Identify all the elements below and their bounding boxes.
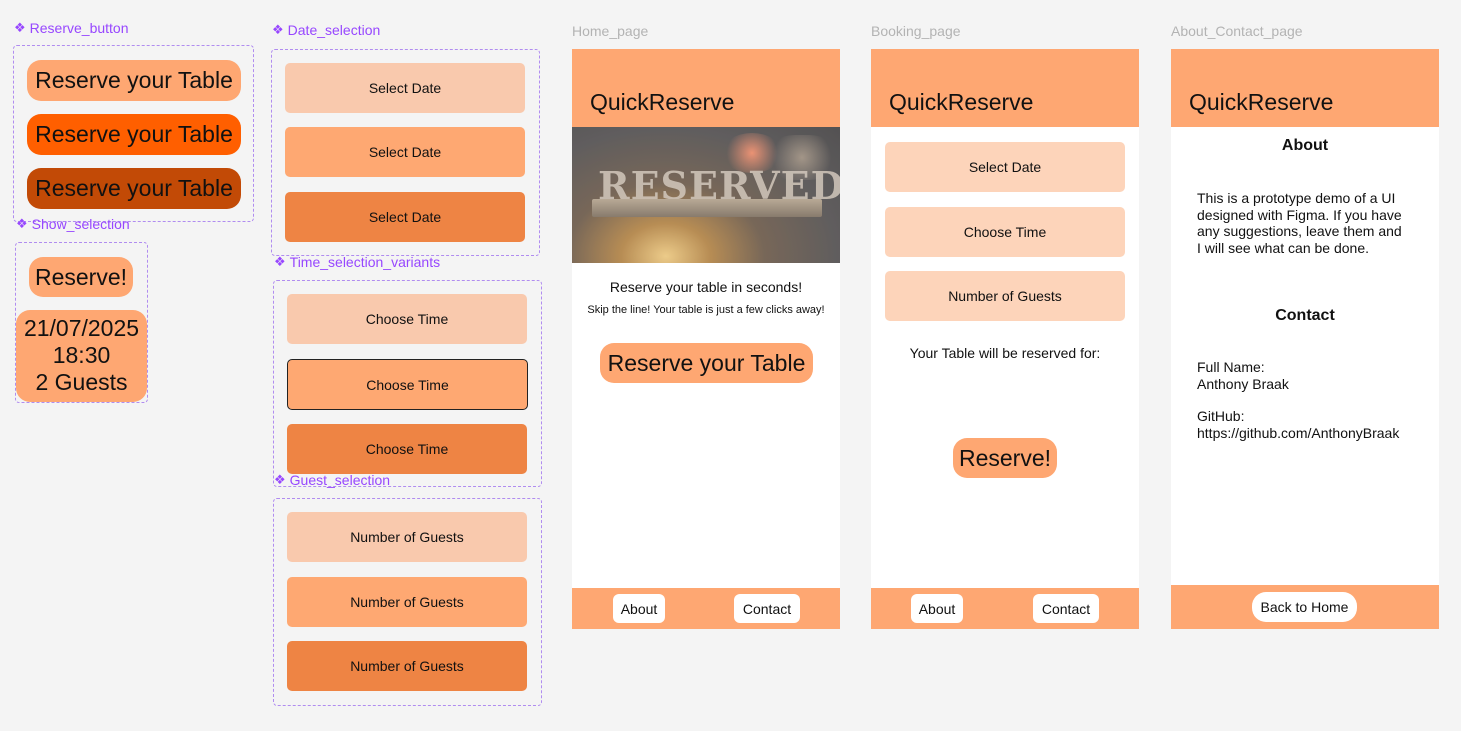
guests-button-hover[interactable]: Number of Guests <box>287 577 527 627</box>
choose-time-button-default[interactable]: Choose Time <box>287 294 527 344</box>
about-text: This is a prototype demo of a UI designe… <box>1197 190 1402 256</box>
app-header: QuickReserve <box>871 49 1139 127</box>
guest-selection-component-label: ❖ Guest_selection <box>274 472 391 488</box>
select-date-button-hover[interactable]: Select Date <box>285 127 525 177</box>
back-to-home-button[interactable]: Back to Home <box>1252 592 1357 622</box>
number-of-guests-button[interactable]: Number of Guests <box>885 271 1125 321</box>
component-icon: ❖ <box>274 472 286 487</box>
app-header: QuickReserve <box>572 49 840 127</box>
time-selection-component-label: ❖ Time_selection_variants <box>274 254 441 270</box>
github-label: GitHub: <box>1197 408 1245 424</box>
full-name-value: Anthony Braak <box>1197 375 1289 392</box>
contact-heading: Contact <box>1275 307 1335 324</box>
home-page-frame: QuickReserve RESERVED Reserve your table… <box>572 49 840 629</box>
choose-time-button-pressed[interactable]: Choose Time <box>287 424 527 474</box>
brand-title: QuickReserve <box>1189 89 1334 115</box>
brand-title: QuickReserve <box>590 89 735 115</box>
reserve-table-button[interactable]: Reserve your Table <box>600 343 813 383</box>
about-contact-page-frame: QuickReserve About This is a prototype d… <box>1171 49 1439 629</box>
select-date-button[interactable]: Select Date <box>885 142 1125 192</box>
reserve-table-button-default[interactable]: Reserve your Table <box>27 60 241 101</box>
home-page-frame-label: Home_page <box>572 23 649 39</box>
selected-guests: 2 Guests <box>35 369 128 395</box>
about-heading: About <box>1281 137 1329 154</box>
brand-title: QuickReserve <box>889 89 1034 115</box>
nav-contact-button[interactable]: Contact <box>1033 594 1099 623</box>
app-footer: About Contact <box>871 588 1139 629</box>
guests-button-default[interactable]: Number of Guests <box>287 512 527 562</box>
date-selection-component-label: ❖ Date_selection <box>272 22 381 38</box>
booking-page-frame-label: Booking_page <box>871 23 961 39</box>
app-footer: About Contact <box>572 588 840 629</box>
nav-contact-button[interactable]: Contact <box>734 594 800 623</box>
component-icon: ❖ <box>272 22 284 37</box>
select-date-button-pressed[interactable]: Select Date <box>285 192 525 242</box>
nav-about-button[interactable]: About <box>911 594 963 623</box>
selection-summary-card: 21/07/2025 18:30 2 Guests <box>16 310 147 402</box>
component-icon: ❖ <box>14 20 26 35</box>
nav-about-button[interactable]: About <box>613 594 665 623</box>
about-contact-frame-label: About_Contact_page <box>1171 23 1303 39</box>
choose-time-button[interactable]: Choose Time <box>885 207 1125 257</box>
component-icon: ❖ <box>16 216 28 231</box>
select-date-button-default[interactable]: Select Date <box>285 63 525 113</box>
app-footer: Back to Home <box>1171 585 1439 629</box>
reserved-sign-image: RESERVED <box>572 127 840 263</box>
guests-button-pressed[interactable]: Number of Guests <box>287 641 527 691</box>
choose-time-button-focused[interactable]: Choose Time <box>287 359 528 410</box>
contact-github-block: GitHub: https://github.com/AnthonyBraak <box>1197 408 1399 441</box>
reserve-table-button-hover[interactable]: Reserve your Table <box>27 114 241 155</box>
reserve-button[interactable]: Reserve! <box>953 438 1057 478</box>
full-name-label: Full Name: <box>1197 359 1265 375</box>
home-subline: Skip the line! Your table is just a few … <box>587 304 825 316</box>
app-header: QuickReserve <box>1171 49 1439 127</box>
selected-time: 18:30 <box>52 342 111 368</box>
booking-page-frame: QuickReserve Select Date Choose Time Num… <box>871 49 1139 629</box>
reserve-button-component-label: ❖ Reserve_button <box>14 20 129 36</box>
home-headline: Reserve your table in seconds! <box>609 279 803 295</box>
component-icon: ❖ <box>274 254 286 269</box>
reservation-summary-text: Your Table will be reserved for: <box>909 345 1101 361</box>
reserve-table-button-pressed[interactable]: Reserve your Table <box>27 168 241 209</box>
show-selection-component-label: ❖ Show_selection <box>16 216 130 232</box>
selected-date: 21/07/2025 <box>23 315 140 341</box>
reserve-small-button[interactable]: Reserve! <box>29 257 133 297</box>
github-link[interactable]: https://github.com/AnthonyBraak <box>1197 425 1399 442</box>
contact-name-block: Full Name: Anthony Braak <box>1197 359 1289 392</box>
